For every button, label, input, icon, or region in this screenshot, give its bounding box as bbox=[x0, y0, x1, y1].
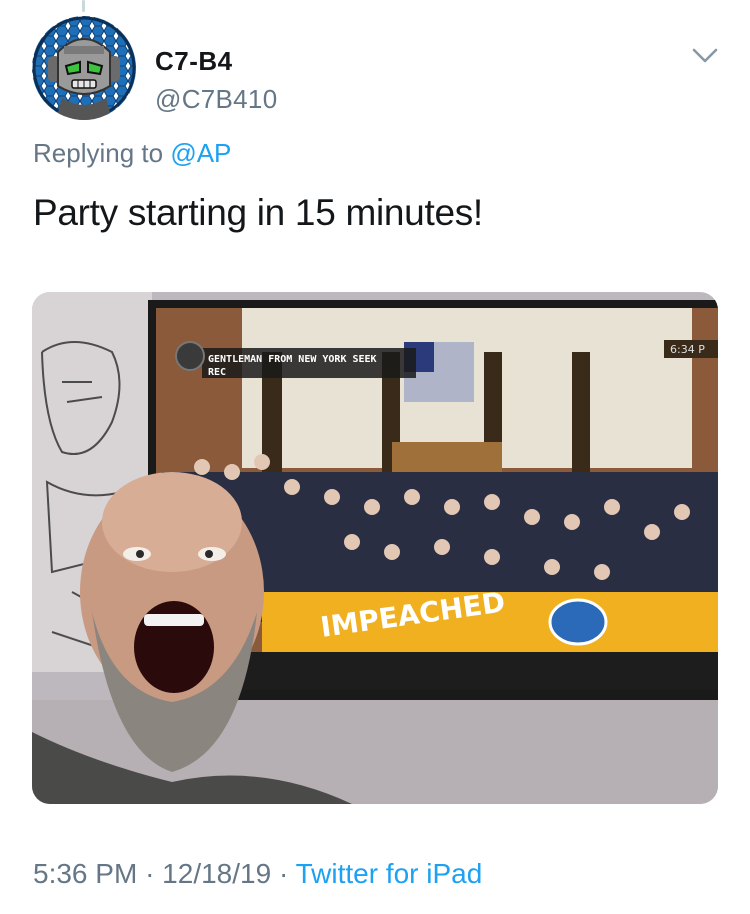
source-app-link[interactable]: Twitter for iPad bbox=[296, 858, 483, 889]
tweet-date[interactable]: 12/18/19 bbox=[162, 858, 271, 889]
tweet-header: C7-B4 @C7B410 bbox=[32, 16, 730, 126]
meta-separator: · bbox=[145, 858, 155, 889]
tweet-time[interactable]: 5:36 PM bbox=[33, 858, 137, 889]
display-name[interactable]: C7-B4 bbox=[155, 46, 233, 77]
meta-separator: · bbox=[278, 858, 289, 889]
tweet-meta: 5:36 PM · 12/18/19 · Twitter for iPad bbox=[33, 858, 482, 890]
thread-connector-line bbox=[82, 0, 85, 12]
tv-caption-line2: REC bbox=[208, 367, 226, 378]
tweet-text: Party starting in 15 minutes! bbox=[33, 192, 483, 233]
replying-to-label: Replying to bbox=[33, 138, 164, 168]
user-handle[interactable]: @C7B410 bbox=[155, 84, 277, 115]
replying-to: Replying to @AP bbox=[33, 138, 231, 169]
reply-mention-link[interactable]: @AP bbox=[170, 138, 231, 168]
photo-image: GENTLEMAN FROM NEW YORK SEEK REC 6:34 P … bbox=[32, 292, 718, 804]
avatar[interactable] bbox=[32, 16, 136, 120]
tweet-menu-button[interactable] bbox=[690, 44, 720, 68]
robot-helmet-avatar-icon bbox=[32, 16, 136, 120]
tv-caption-line1: GENTLEMAN FROM NEW YORK SEEK bbox=[208, 354, 377, 365]
chevron-down-icon bbox=[692, 48, 718, 63]
tweet-photo[interactable]: GENTLEMAN FROM NEW YORK SEEK REC 6:34 P … bbox=[32, 292, 718, 804]
tv-corner-text: 6:34 P bbox=[670, 343, 705, 356]
